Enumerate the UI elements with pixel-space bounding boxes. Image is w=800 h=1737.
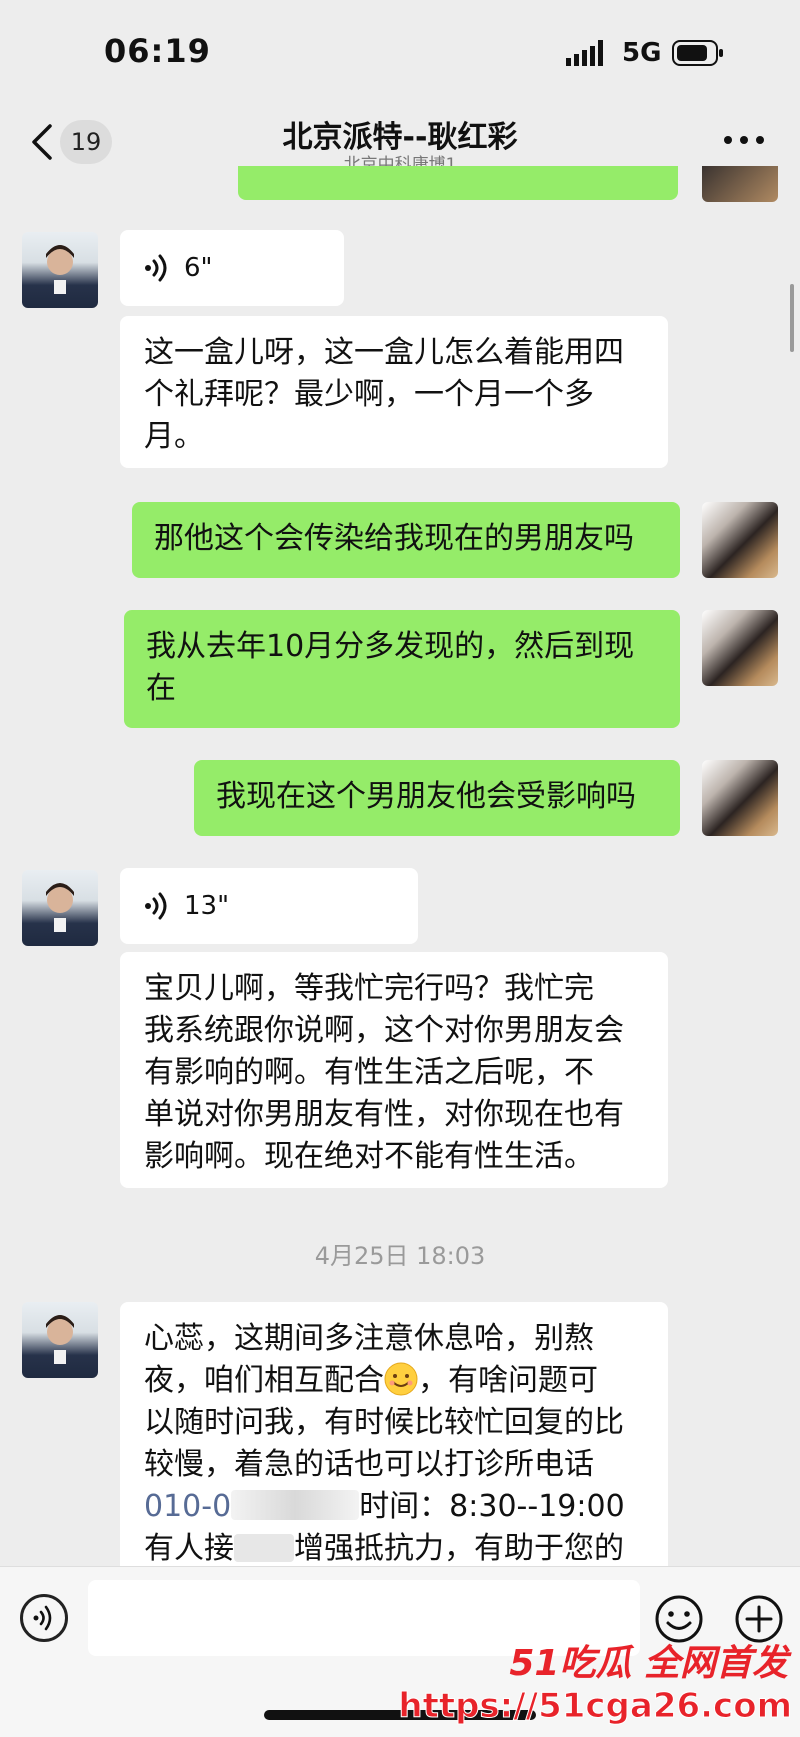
message-bubble[interactable]: 这一盒儿呀，这一盒儿怎么着能用四 个礼拜呢？最少啊，一个月一个多 月。: [120, 316, 668, 468]
voice-message[interactable]: 13": [120, 868, 418, 944]
redacted-text: [234, 1534, 294, 1562]
contact-avatar[interactable]: [22, 870, 98, 946]
message-bubble[interactable]: 我现在这个男朋友他会受影响吗: [194, 760, 680, 836]
message-line: 这一盒儿呀，这一盒儿怎么着能用四: [144, 335, 624, 370]
contact-avatar[interactable]: [22, 232, 98, 308]
voice-duration: 13": [184, 891, 230, 921]
message-line: 有影响的啊。有性生活之后呢，不: [144, 1055, 594, 1090]
more-icon[interactable]: [722, 128, 766, 152]
voice-wave-icon: [145, 254, 167, 282]
message-line: 有人接: [144, 1531, 234, 1566]
message-line: 夜，咱们相互配合: [144, 1363, 384, 1398]
voice-wave-icon: [145, 892, 167, 920]
voice-duration: 6": [184, 253, 213, 283]
message-line: 我系统跟你说啊，这个对你男朋友会: [144, 1013, 624, 1048]
message-line: 较慢，着急的话也可以打诊所电话: [144, 1447, 594, 1482]
message-bubble[interactable]: 那他这个会传染给我现在的男朋友吗: [132, 502, 680, 578]
phone-number-link[interactable]: 010-0: [144, 1489, 231, 1524]
message-line: 个礼拜呢？最少啊，一个月一个多: [144, 377, 594, 412]
message-line: 我现在这个男朋友他会受影响吗: [216, 779, 636, 814]
message-bubble[interactable]: 宝贝儿啊，等我忙完行吗？我忙完 我系统跟你说啊，这个对你男朋友会 有影响的啊。有…: [120, 952, 668, 1188]
battery-icon: [672, 40, 723, 66]
redacted-phone: [231, 1490, 360, 1520]
message-line: 那他这个会传染给我现在的男朋友吗: [154, 521, 634, 556]
voice-message[interactable]: 6": [120, 230, 344, 306]
status-time: 06:19: [104, 32, 211, 70]
voice-input-button[interactable]: [20, 1594, 68, 1642]
voice-wave-icon: [33, 1605, 52, 1631]
message-bubble[interactable]: 心蕊，这期间多注意休息哈，别熬 夜，咱们相互配合 ，有啥问题可 以随时问我，有时候…: [120, 1302, 668, 1582]
network-type: 5G: [622, 38, 662, 68]
scrollbar[interactable]: [790, 284, 794, 352]
signal-icon: [566, 40, 603, 66]
message-line: 宝贝儿啊，等我忙完行吗？我忙完: [144, 971, 594, 1006]
message-line: 在: [146, 671, 176, 706]
message-line: 增强抵抗力，有助于您的: [294, 1531, 624, 1566]
message-line: 单说对你男朋友有性，对你现在也有: [144, 1097, 624, 1132]
smile-emoji-icon: [384, 1362, 418, 1396]
watermark: 51吃瓜 全网首发 https://51cga26.com: [398, 1628, 796, 1732]
message-line: ，有啥问题可: [418, 1363, 598, 1398]
chat-timestamp: 4月25日 18:03: [314, 1242, 486, 1270]
message-line: 心蕊，这期间多注意休息哈，别熬: [144, 1321, 594, 1356]
message-bubble[interactable]: 我从去年10月分多发现的，然后到现 在: [124, 610, 680, 728]
watermark-logo: 51吃瓜 全网首发: [509, 1643, 788, 1684]
self-avatar[interactable]: [702, 166, 778, 202]
message-line: 月。: [144, 419, 204, 454]
contact-avatar[interactable]: [22, 1302, 98, 1378]
message-line: 以随时问我，有时候比较忙回复的比: [144, 1405, 624, 1440]
watermark-url: https://51cga26.com: [398, 1686, 793, 1727]
self-avatar[interactable]: [702, 502, 778, 578]
message-line: 时间：8:30--19:00: [359, 1489, 625, 1524]
previous-message-bubble: [238, 166, 678, 200]
message-line: 我从去年10月分多发现的，然后到现: [146, 629, 635, 664]
self-avatar[interactable]: [702, 610, 778, 686]
self-avatar[interactable]: [702, 760, 778, 836]
message-line: 影响啊。现在绝对不能有性生活。: [144, 1139, 594, 1174]
